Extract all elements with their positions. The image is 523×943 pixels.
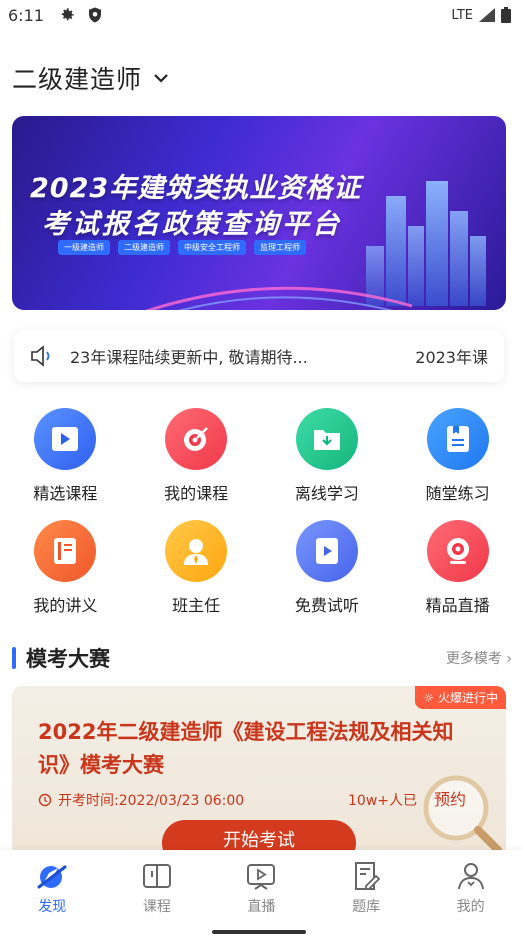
download-folder-icon — [295, 408, 358, 470]
signal-icon — [479, 8, 495, 22]
announcement-bar[interactable]: 23年课程陆续更新中, 敬请期待... 2023年课 — [14, 330, 504, 382]
nav-label: 发现 — [38, 899, 67, 915]
feature-my-courses[interactable]: 我的课程 — [131, 408, 262, 520]
live-icon — [247, 864, 276, 890]
contest-time: 开考时间:2022/03/23 06:00 — [38, 790, 244, 810]
clock-icon — [38, 793, 52, 807]
speaker-icon — [31, 345, 50, 367]
nav-label: 直播 — [247, 899, 276, 915]
chevron-down-icon — [154, 74, 168, 83]
target-icon — [165, 408, 228, 470]
banner-tags: 一级建造师 二级建造师 中级安全工程师 监理工程师 — [58, 240, 306, 255]
hot-badge: ☼ 火爆进行中 — [415, 686, 506, 709]
book-icon — [142, 864, 171, 888]
profile-icon — [457, 863, 484, 890]
discover-icon — [37, 865, 67, 889]
book-button[interactable]: 预约 — [434, 786, 466, 810]
hot-badge-label: 火爆进行中 — [437, 691, 498, 705]
nav-discover[interactable]: 发现 — [0, 850, 105, 920]
webcam-icon — [426, 520, 489, 582]
feature-head-teacher[interactable]: 班主任 — [131, 520, 262, 632]
section-title: 模考大赛 — [26, 647, 110, 671]
handout-icon — [34, 520, 97, 582]
light-streak-graphic — [145, 286, 412, 310]
contest-time-text: 开考时间:2022/03/23 06:00 — [58, 793, 245, 809]
announcement-text-next: 2023年课 — [415, 348, 488, 367]
network-type: LTE — [451, 7, 473, 23]
promo-banner[interactable]: 2023年建筑类执业资格证 考试报名政策查询平台 一级建造师 二级建造师 中级安… — [12, 116, 506, 310]
more-mock-exams-link[interactable]: 更多模考 › — [446, 648, 512, 668]
banner-tag: 一级建造师 — [58, 240, 110, 255]
feature-free-trial[interactable]: 免费试听 — [262, 520, 393, 632]
battery-icon — [501, 7, 511, 23]
teacher-icon — [165, 520, 228, 582]
feature-offline-study[interactable]: 离线学习 — [262, 408, 393, 520]
contest-participant-count: 10w+人已 — [348, 793, 417, 809]
feature-grid: 精选课程 我的课程 离线学习 随堂练习 我的讲义 班主任 免费试听 精品直播 — [0, 408, 523, 632]
feature-label: 精选课程 — [33, 484, 98, 503]
shield-icon — [88, 7, 101, 23]
feature-label: 随堂练习 — [425, 484, 490, 503]
nav-label: 课程 — [142, 899, 171, 915]
gesture-bar — [0, 920, 523, 943]
play-video-icon — [34, 408, 97, 470]
question-bank-icon — [355, 862, 381, 890]
feature-live[interactable]: 精品直播 — [392, 520, 523, 632]
page-title: 二级建造师 — [12, 65, 143, 94]
feature-my-handouts[interactable]: 我的讲义 — [0, 520, 131, 632]
magnifier-graphic — [423, 775, 502, 854]
home-indicator[interactable] — [212, 930, 306, 934]
bottom-nav: 发现 课程 直播 题库 我的 — [0, 850, 523, 920]
feature-label: 精品直播 — [425, 596, 490, 615]
feature-selected-courses[interactable]: 精选课程 — [0, 408, 131, 520]
banner-title-line1: 2023年建筑类执业资格证 — [30, 173, 362, 204]
feature-label: 我的讲义 — [33, 596, 98, 615]
nav-question-bank[interactable]: 题库 — [314, 850, 419, 920]
status-bar: 6:11 LTE — [0, 0, 523, 30]
section-accent-bar — [12, 647, 16, 669]
banner-tag: 二级建造师 — [118, 240, 170, 255]
feature-label: 免费试听 — [294, 596, 359, 615]
announcement-text: 23年课程陆续更新中, 敬请期待... — [70, 348, 308, 367]
free-play-icon — [295, 520, 358, 582]
banner-title-line2: 考试报名政策查询平台 — [42, 209, 342, 240]
feature-label: 班主任 — [172, 596, 221, 615]
feature-label: 离线学习 — [294, 484, 359, 503]
nav-live[interactable]: 直播 — [209, 850, 314, 920]
feature-practice[interactable]: 随堂练习 — [392, 408, 523, 520]
settings-gear-icon — [61, 8, 74, 21]
exam-selector[interactable]: 二级建造师 — [12, 60, 170, 96]
contest-card[interactable]: ☼ 火爆进行中 2022年二级建造师《建设工程法规及相关知识》模考大赛 开考时间… — [12, 686, 506, 856]
notebook-icon — [426, 408, 489, 470]
nav-label: 我的 — [456, 899, 485, 915]
section-header: 模考大赛 更多模考 › — [12, 643, 512, 673]
banner-tag: 中级安全工程师 — [178, 240, 246, 255]
status-right: LTE — [451, 7, 511, 23]
nav-label: 题库 — [352, 899, 381, 915]
nav-me[interactable]: 我的 — [418, 850, 523, 920]
status-time: 6:11 — [8, 5, 44, 25]
banner-tag: 监理工程师 — [254, 240, 306, 255]
nav-courses[interactable]: 课程 — [105, 850, 210, 920]
feature-label: 我的课程 — [164, 484, 229, 503]
